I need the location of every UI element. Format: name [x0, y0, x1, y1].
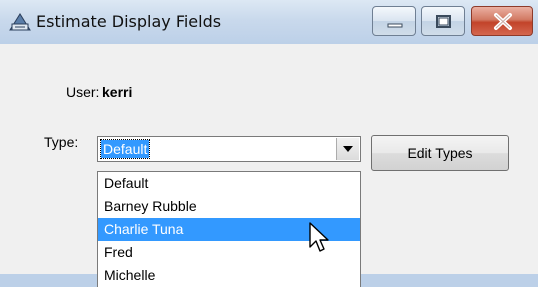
user-value: kerri [102, 84, 133, 100]
window-bottom-edge [0, 274, 97, 287]
close-icon [494, 13, 512, 30]
mouse-pointer-icon [309, 222, 333, 261]
close-button[interactable] [471, 6, 533, 36]
dropdown-option[interactable]: Michelle [98, 264, 360, 287]
type-select-value: Default [99, 139, 151, 159]
user-label: User: [66, 84, 100, 100]
edit-types-button[interactable]: Edit Types [371, 135, 509, 171]
title-bar[interactable]: Estimate Display Fields [0, 0, 538, 44]
minimize-icon [387, 23, 403, 28]
minimize-button[interactable] [372, 6, 416, 36]
dropdown-option[interactable]: Barney Rubble [98, 195, 360, 218]
chevron-down-icon [343, 146, 353, 152]
window-bottom-edge [361, 274, 538, 287]
maximize-button[interactable] [421, 6, 465, 36]
dropdown-option[interactable]: Default [98, 172, 360, 195]
maximize-icon [436, 15, 451, 28]
app-icon [8, 12, 32, 32]
type-select-dropdown-button[interactable] [336, 138, 359, 160]
type-select[interactable]: Default [97, 136, 361, 162]
window-title: Estimate Display Fields [36, 12, 222, 31]
type-label: Type: [44, 134, 79, 150]
